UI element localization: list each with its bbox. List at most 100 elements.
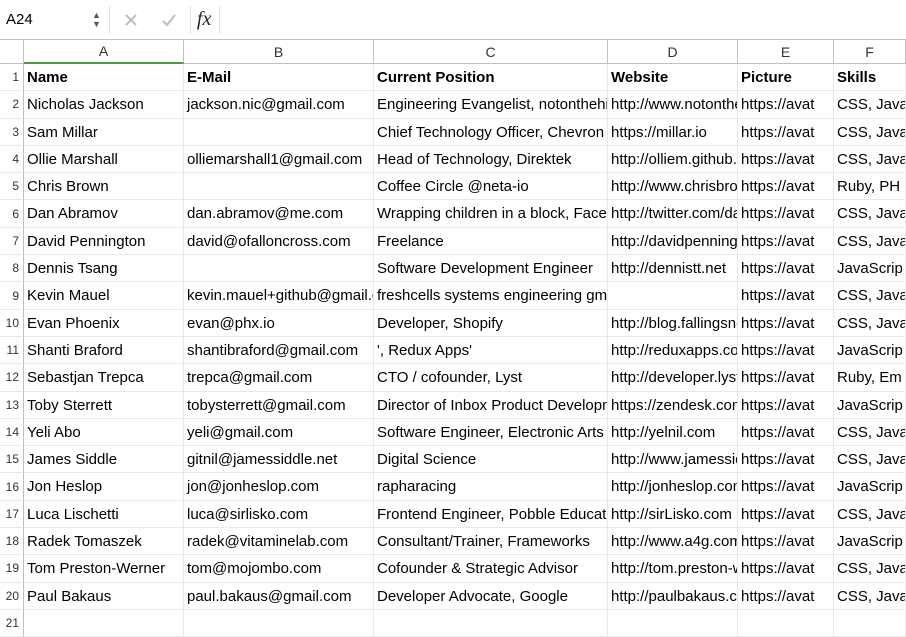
cell[interactable]: https://avat bbox=[738, 473, 834, 500]
column-header-B[interactable]: B bbox=[184, 40, 374, 64]
cell[interactable]: CSS, Java bbox=[834, 119, 906, 146]
row-header[interactable]: 11 bbox=[0, 337, 24, 364]
cell[interactable]: CSS, Java bbox=[834, 419, 906, 446]
cell[interactable]: https://zendesk.com bbox=[608, 392, 738, 419]
cell[interactable]: Current Position bbox=[374, 64, 608, 91]
cell[interactable]: yeli@gmail.com bbox=[184, 419, 374, 446]
cell[interactable]: https://avat bbox=[738, 392, 834, 419]
cell[interactable]: https://avat bbox=[738, 173, 834, 200]
cell[interactable]: Name bbox=[24, 64, 184, 91]
cell[interactable]: dan.abramov@me.com bbox=[184, 200, 374, 227]
cell[interactable]: Freelance bbox=[374, 228, 608, 255]
cell[interactable]: Wrapping children in a block, Facebook bbox=[374, 200, 608, 227]
cell[interactable]: jackson.nic@gmail.com bbox=[184, 91, 374, 118]
cell[interactable]: https://avat bbox=[738, 146, 834, 173]
chevron-down-icon[interactable]: ▼ bbox=[92, 20, 101, 29]
cell[interactable]: Head of Technology, Direktek bbox=[374, 146, 608, 173]
cell[interactable]: E-Mail bbox=[184, 64, 374, 91]
cell[interactable]: http://www.a4g.com bbox=[608, 528, 738, 555]
cell[interactable]: radek@vitaminelab.com bbox=[184, 528, 374, 555]
cell[interactable] bbox=[834, 610, 906, 637]
cell[interactable]: http://sirLisko.com bbox=[608, 501, 738, 528]
cell[interactable]: Picture bbox=[738, 64, 834, 91]
cell[interactable]: Nicholas Jackson bbox=[24, 91, 184, 118]
row-header[interactable]: 12 bbox=[0, 364, 24, 391]
cell[interactable]: CSS, Java bbox=[834, 228, 906, 255]
cell[interactable]: CSS, Java bbox=[834, 91, 906, 118]
cell[interactable]: JavaScrip bbox=[834, 255, 906, 282]
row-header[interactable]: 6 bbox=[0, 200, 24, 227]
cell[interactable]: Digital Science bbox=[374, 446, 608, 473]
row-header[interactable]: 19 bbox=[0, 555, 24, 582]
cell[interactable]: jon@jonheslop.com bbox=[184, 473, 374, 500]
cell[interactable]: Ruby, Em bbox=[834, 364, 906, 391]
cell[interactable] bbox=[184, 119, 374, 146]
cell[interactable]: James Siddle bbox=[24, 446, 184, 473]
cell[interactable]: https://avat bbox=[738, 255, 834, 282]
cell[interactable]: https://avat bbox=[738, 337, 834, 364]
cell[interactable]: Ollie Marshall bbox=[24, 146, 184, 173]
cell[interactable]: Software Development Engineer bbox=[374, 255, 608, 282]
cell[interactable]: http://twitter.com/dan_abramov bbox=[608, 200, 738, 227]
cell[interactable]: Sam Millar bbox=[24, 119, 184, 146]
cell[interactable]: JavaScrip bbox=[834, 473, 906, 500]
row-header[interactable]: 1 bbox=[0, 64, 24, 91]
cell[interactable]: http://olliem.github.io bbox=[608, 146, 738, 173]
cell[interactable]: gitnil@jamessiddle.net bbox=[184, 446, 374, 473]
row-header[interactable]: 5 bbox=[0, 173, 24, 200]
cell[interactable]: https://avat bbox=[738, 583, 834, 610]
row-header[interactable]: 14 bbox=[0, 419, 24, 446]
cell[interactable]: Engineering Evangelist, notonthehighstre… bbox=[374, 91, 608, 118]
column-header-D[interactable]: D bbox=[608, 40, 738, 64]
cell[interactable]: Jon Heslop bbox=[24, 473, 184, 500]
row-header[interactable]: 2 bbox=[0, 91, 24, 118]
confirm-icon[interactable] bbox=[156, 7, 182, 33]
cell[interactable]: CSS, Java bbox=[834, 282, 906, 309]
cell[interactable]: https://avat bbox=[738, 119, 834, 146]
cell[interactable]: kevin.mauel+github@gmail.com bbox=[184, 282, 374, 309]
cell[interactable]: https://avat bbox=[738, 91, 834, 118]
cancel-icon[interactable] bbox=[118, 7, 144, 33]
cell[interactable]: Cofounder & Strategic Advisor bbox=[374, 555, 608, 582]
cell[interactable]: Chief Technology Officer, Chevron bbox=[374, 119, 608, 146]
cell[interactable]: trepca@gmail.com bbox=[184, 364, 374, 391]
cell[interactable]: Sebastjan Trepca bbox=[24, 364, 184, 391]
row-header[interactable]: 15 bbox=[0, 446, 24, 473]
cell[interactable]: https://avat bbox=[738, 419, 834, 446]
formula-input[interactable] bbox=[222, 4, 904, 36]
cell[interactable]: CSS, Java bbox=[834, 200, 906, 227]
name-box-stepper[interactable]: ▲ ▼ bbox=[92, 4, 101, 36]
cell[interactable]: JavaScrip bbox=[834, 528, 906, 555]
cell[interactable]: CSS, Java bbox=[834, 310, 906, 337]
cell[interactable]: paul.bakaus@gmail.com bbox=[184, 583, 374, 610]
cell[interactable]: Kevin Mauel bbox=[24, 282, 184, 309]
cell[interactable]: https://avat bbox=[738, 282, 834, 309]
cell[interactable]: https://avat bbox=[738, 446, 834, 473]
cell[interactable]: http://tom.preston-werner.com bbox=[608, 555, 738, 582]
cell[interactable]: https://avat bbox=[738, 200, 834, 227]
cell[interactable]: http://davidpennington.me bbox=[608, 228, 738, 255]
fx-icon[interactable]: fx bbox=[197, 8, 211, 31]
row-header[interactable]: 21 bbox=[0, 610, 24, 637]
cell[interactable] bbox=[184, 173, 374, 200]
cell[interactable]: http://www.chrisbrown.io bbox=[608, 173, 738, 200]
cell[interactable]: freshcells systems engineering gmbh bbox=[374, 282, 608, 309]
cell[interactable]: Chris Brown bbox=[24, 173, 184, 200]
cell[interactable]: Coffee Circle @neta-io bbox=[374, 173, 608, 200]
cell[interactable]: Software Engineer, Electronic Arts bbox=[374, 419, 608, 446]
cell[interactable]: https://millar.io bbox=[608, 119, 738, 146]
cell[interactable]: david@ofalloncross.com bbox=[184, 228, 374, 255]
cell[interactable]: Skills bbox=[834, 64, 906, 91]
cell[interactable]: Evan Phoenix bbox=[24, 310, 184, 337]
cell[interactable]: Consultant/Trainer, Frameworks bbox=[374, 528, 608, 555]
name-box[interactable]: A24 bbox=[2, 4, 92, 36]
cell[interactable]: https://avat bbox=[738, 528, 834, 555]
cell[interactable]: https://avat bbox=[738, 501, 834, 528]
column-header-F[interactable]: F bbox=[834, 40, 906, 64]
cell[interactable]: http://yelnil.com bbox=[608, 419, 738, 446]
row-header[interactable]: 13 bbox=[0, 392, 24, 419]
cell[interactable]: CSS, Java bbox=[834, 446, 906, 473]
cell[interactable]: http://www.notonthehighstreet.com bbox=[608, 91, 738, 118]
cell[interactable]: Yeli Abo bbox=[24, 419, 184, 446]
cell[interactable]: olliemarshall1@gmail.com bbox=[184, 146, 374, 173]
